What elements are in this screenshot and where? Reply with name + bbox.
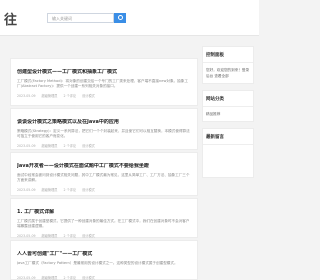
widget-title: 最新留言 (203, 129, 253, 145)
post-author: 超级管理员 (41, 234, 58, 238)
post-author: 超级管理员 (41, 144, 58, 148)
post-tag[interactable]: 设计模式 (82, 276, 95, 280)
post-views: 2 个评论 (63, 94, 77, 98)
post-excerpt: Java工厂模式（Factory Pattern）是最常用的设计模式之一。这种类… (17, 261, 178, 265)
post-views: 2 个评论 (63, 144, 77, 148)
post-date: 2023-05-09 (17, 234, 36, 238)
control-panel-widget: 控制面板 您好，欢迎您的到来！登录后台 查看全部 (202, 46, 254, 84)
post-author: 超级管理员 (41, 276, 58, 280)
post-meta: 2023-05-09 超级管理员 2 个评论 设计模式 (17, 143, 191, 148)
latest-comments-widget: 最新留言 (202, 128, 254, 178)
post-excerpt: 策略模式(Strategy)：定义一系列算法，把它们一个个封装起来，并且使它们可… (17, 129, 190, 138)
sidebar: 控制面板 您好，欢迎您的到来！登录后台 查看全部 网站分类 精品推荐 最新留言 (202, 46, 254, 184)
post-meta: 2023-05-09 超级管理员 2 个评论 设计模式 (17, 93, 191, 98)
widget-body[interactable]: 您好，欢迎您的到来！登录后台 查看全部 (203, 63, 253, 83)
category-widget: 网站分类 精品推荐 (202, 90, 254, 122)
site-logo[interactable]: 往 (4, 9, 17, 28)
post-card[interactable]: Java开发者——设计模式在面试题中工厂模式不要给我坐蹬 面试中经常会被问到设计… (10, 152, 198, 196)
post-views: 2 个评论 (63, 188, 77, 192)
widget-title: 网站分类 (203, 91, 253, 107)
search-input[interactable]: 输入关键词 (47, 13, 114, 23)
post-views: 2 个评论 (63, 276, 77, 280)
post-tag[interactable]: 设计模式 (82, 94, 95, 98)
post-meta: 2023-05-09 超级管理员 2 个评论 设计模式 (17, 233, 191, 238)
post-tag[interactable]: 设计模式 (82, 188, 95, 192)
post-views: 2 个评论 (63, 234, 77, 238)
widget-body (203, 145, 253, 153)
post-tag[interactable]: 设计模式 (82, 234, 95, 238)
post-author: 超级管理员 (41, 94, 58, 98)
post-date: 2023-05-09 (17, 144, 36, 148)
post-date: 2023-05-09 (17, 188, 36, 192)
widget-title: 控制面板 (203, 47, 253, 63)
post-card[interactable]: 1. 工厂模式详解 工厂模式属于创建型模式，它提供了一种创建对象的最佳方式。在工… (10, 198, 198, 238)
post-date: 2023-05-09 (17, 276, 36, 280)
post-card[interactable]: 创建型设计模式——工厂模式和抽象工厂模式 工厂模式(Factory Method… (10, 58, 198, 106)
post-date: 2023-05-09 (17, 94, 36, 98)
post-title[interactable]: 人人皆可创建"工厂"——工厂模式 (17, 251, 191, 258)
post-excerpt: 工厂模式属于创建型模式，它提供了一种创建对象的最佳方式。在工厂模式中，我们在创建… (17, 219, 190, 228)
post-author: 超级管理员 (41, 188, 58, 192)
post-meta: 2023-05-09 超级管理员 2 个评论 设计模式 (17, 187, 191, 192)
search-icon[interactable] (114, 13, 126, 23)
post-title[interactable]: 1. 工厂模式详解 (17, 209, 191, 216)
post-meta: 2023-05-09 超级管理员 2 个评论 设计模式 (17, 275, 191, 280)
post-title[interactable]: 谈谈设计模式之策略模式以及在Java中的应用 (17, 119, 191, 126)
post-title[interactable]: Java开发者——设计模式在面试题中工厂模式不要给我坐蹬 (17, 163, 191, 170)
post-tag[interactable]: 设计模式 (82, 144, 95, 148)
post-title[interactable]: 创建型设计模式——工厂模式和抽象工厂模式 (17, 69, 191, 76)
post-excerpt: 面试中经常会被问到设计模式相关问题，其中工厂模式最为常见，这里从简单工厂、工厂方… (17, 173, 190, 182)
post-card[interactable]: 人人皆可创建"工厂"——工厂模式 Java工厂模式（Factory Patter… (10, 240, 198, 280)
top-header: 往 输入关键词 (0, 0, 259, 36)
post-excerpt: 工厂模式(Factory Method)：将对象的创建交给一个专门的工厂类来处理… (17, 79, 188, 88)
post-card[interactable]: 谈谈设计模式之策略模式以及在Java中的应用 策略模式(Strategy)：定义… (10, 108, 198, 150)
category-item[interactable]: 精品推荐 (203, 107, 253, 121)
